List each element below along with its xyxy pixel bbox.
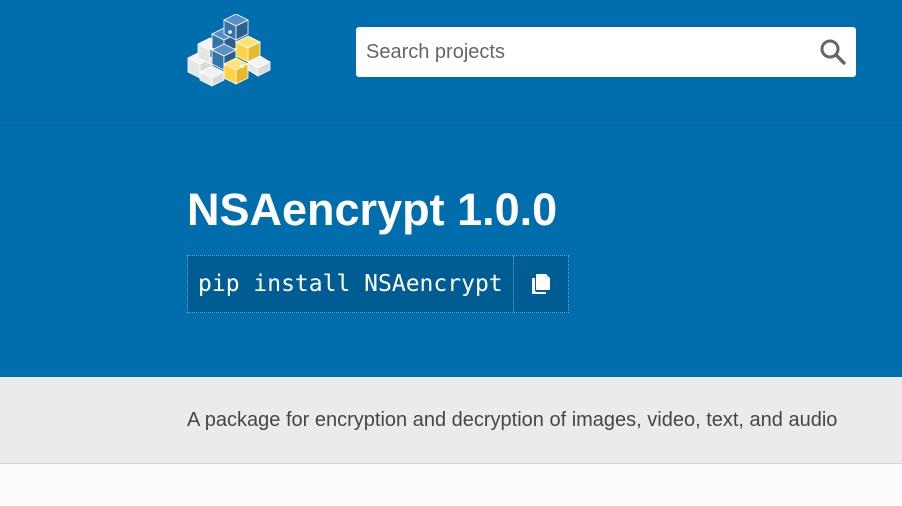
copy-button[interactable] [512, 256, 568, 312]
pypi-logo-icon [187, 13, 271, 87]
search-input[interactable] [356, 27, 806, 77]
copy-icon [531, 274, 550, 294]
pip-install-command[interactable]: pip install NSAencrypt [188, 256, 513, 312]
package-header-banner: NSAencrypt 1.0.0 pip install NSAencrypt [0, 126, 902, 377]
page-content-area [0, 464, 902, 506]
package-summary: A package for encryption and decryption … [187, 409, 838, 431]
pypi-logo-link[interactable] [186, 13, 272, 88]
search-box [356, 27, 856, 77]
site-header [0, 0, 902, 126]
package-title: NSAencrypt 1.0.0 [187, 184, 558, 235]
search-button[interactable] [818, 37, 848, 67]
search-icon [820, 39, 846, 65]
package-summary-band: A package for encryption and decryption … [0, 377, 902, 464]
pip-install-box: pip install NSAencrypt [187, 255, 569, 313]
